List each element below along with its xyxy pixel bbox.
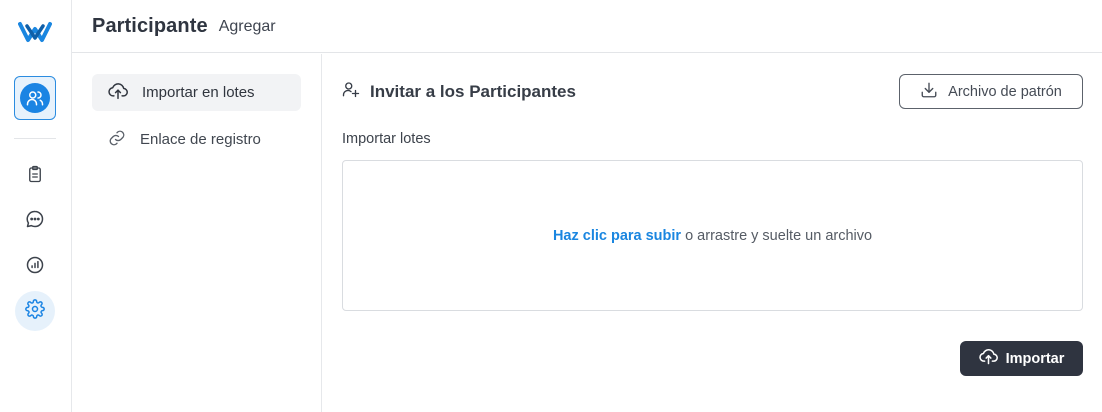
- dropzone-hint: o arrastre y suelte un archivo: [685, 227, 873, 244]
- download-template-label: Archivo de patrón: [948, 83, 1062, 100]
- upload-link[interactable]: Haz clic para subir: [553, 228, 681, 244]
- section-title: Invitar a los Participantes: [370, 81, 576, 101]
- rail-divider: [14, 138, 56, 139]
- page-header: Participante Agregar: [72, 0, 1102, 53]
- subnav-item-registration-link[interactable]: Enlace de registro: [92, 121, 301, 158]
- chart-icon[interactable]: [22, 252, 48, 278]
- main-panel: Invitar a los Participantes Archivo de p…: [322, 54, 1102, 412]
- page-subtitle: Agregar: [218, 18, 276, 35]
- download-template-button[interactable]: Archivo de patrón: [899, 74, 1083, 109]
- users-icon: [20, 83, 50, 113]
- nav-participants-button[interactable]: [14, 76, 56, 120]
- brand-logo-icon[interactable]: [18, 18, 52, 46]
- clipboard-icon[interactable]: [22, 161, 48, 187]
- cloud-upload-icon: [92, 82, 142, 104]
- secondary-nav: Importar en lotes Enlace de registro: [72, 54, 322, 412]
- subnav-item-batch-import[interactable]: Importar en lotes: [92, 74, 301, 111]
- section-header: Invitar a los Participantes: [342, 80, 576, 103]
- icon-rail: [0, 0, 72, 412]
- import-button-label: Importar: [1005, 350, 1065, 367]
- subnav-item-label: Enlace de registro: [140, 131, 261, 148]
- cloud-upload-icon: [978, 348, 1006, 369]
- link-icon: [92, 129, 140, 151]
- download-icon: [920, 81, 948, 103]
- settings-icon: [25, 298, 45, 324]
- user-plus-icon: [342, 80, 360, 103]
- import-button[interactable]: Importar: [960, 341, 1083, 376]
- import-field-label: Importar lotes: [342, 131, 431, 147]
- page-title: Participante: [92, 14, 208, 37]
- subnav-item-label: Importar en lotes: [142, 84, 255, 101]
- settings-button[interactable]: [15, 291, 55, 331]
- file-dropzone[interactable]: Haz clic para subir o arrastre y suelte …: [342, 160, 1083, 311]
- chat-icon[interactable]: [22, 206, 48, 232]
